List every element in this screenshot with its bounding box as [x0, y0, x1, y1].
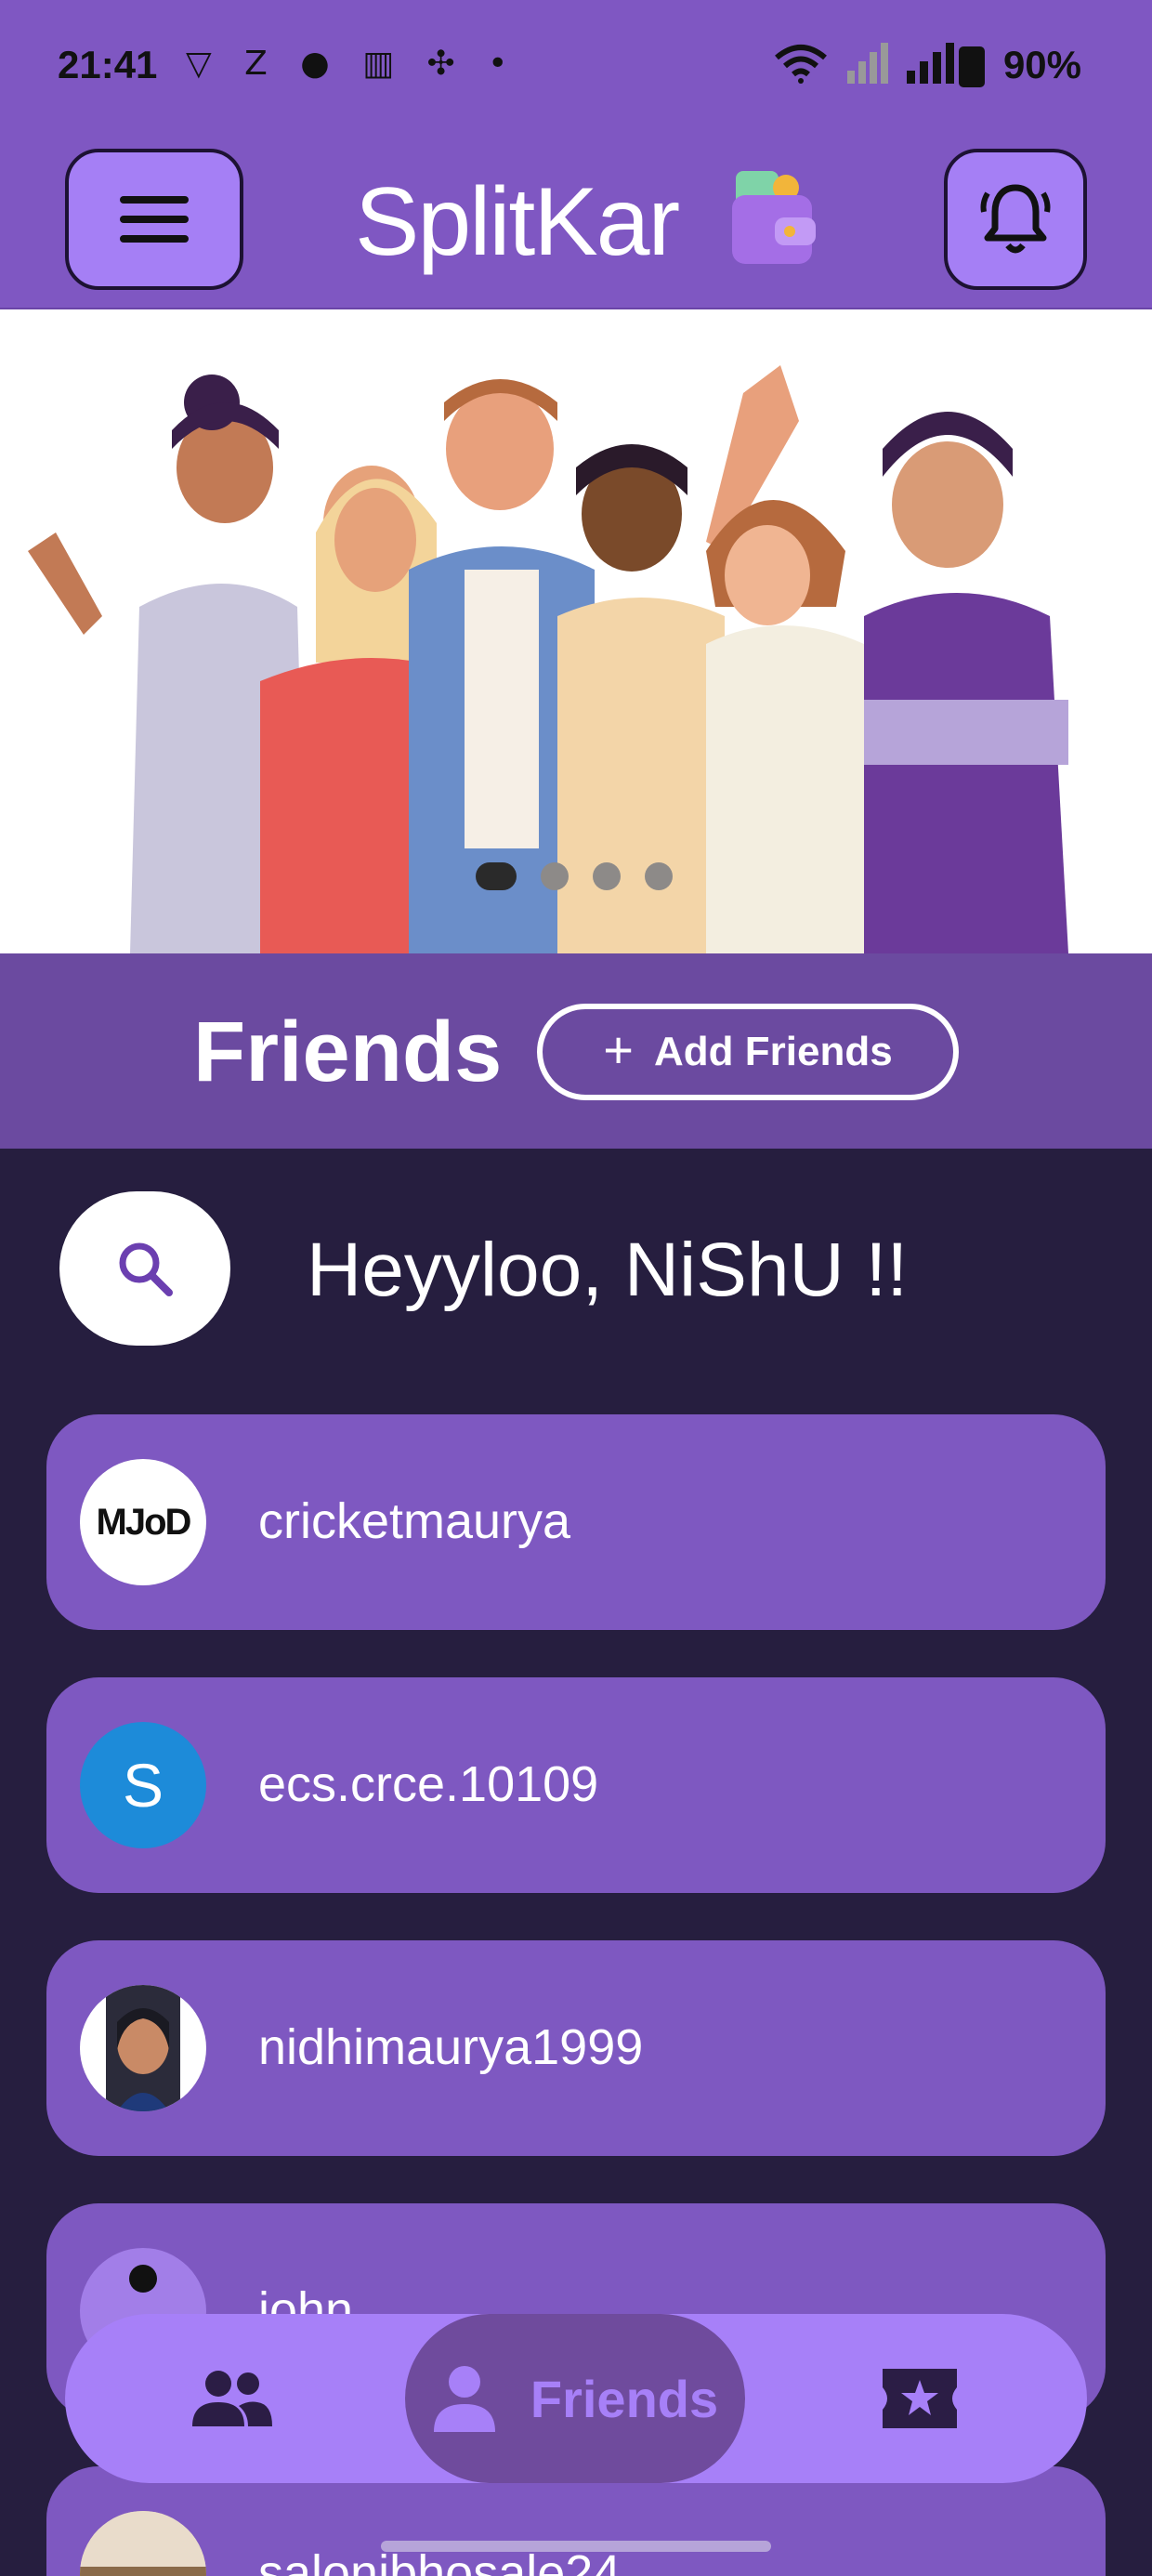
avatar-photo: [80, 2511, 206, 2576]
status-time: 21:41: [58, 43, 158, 86]
add-friends-label: Add Friends: [654, 1029, 893, 1074]
battery-icon: [959, 46, 985, 87]
avatar-letter: S: [122, 1751, 164, 1820]
bottom-navigation: Friends: [65, 2314, 1087, 2483]
carousel-dot-active[interactable]: [476, 862, 517, 890]
search-icon: [119, 1242, 173, 1296]
avatar-placeholder-dot: [129, 2265, 157, 2293]
nav-groups[interactable]: [167, 2314, 297, 2483]
notification-icons: ▽ Z ● ▥ ✣ •: [186, 45, 519, 83]
nav-rewards[interactable]: [855, 2314, 985, 2483]
friend-name: cricketmaurya: [258, 1493, 571, 1549]
signal-icons: [773, 43, 957, 84]
friend-name: nidhimaurya1999: [258, 2019, 644, 2075]
friend-card[interactable]: MJoD cricketmaurya: [46, 1414, 1106, 1630]
friend-card[interactable]: S ecs.crce.10109: [46, 1677, 1106, 1893]
banner-carousel[interactable]: [0, 309, 1152, 953]
friend-name: ecs.crce.10109: [258, 1756, 599, 1812]
wifi-icon: [775, 45, 827, 84]
wallet-icon: [732, 171, 816, 264]
avatar: MJoD: [80, 1459, 206, 1585]
app-title: SplitKar: [355, 168, 680, 276]
search-button[interactable]: [59, 1191, 230, 1346]
bell-icon: [980, 184, 1051, 254]
carousel-dot[interactable]: [541, 862, 569, 890]
plus-icon: +: [603, 1019, 634, 1079]
carousel-dots: [476, 862, 673, 890]
avatar: S: [80, 1722, 206, 1848]
menu-button[interactable]: [65, 149, 243, 290]
avatar: [80, 1985, 206, 2111]
home-indicator[interactable]: [381, 2541, 771, 2552]
greeting-text: Heyyloo, NiShU !!: [307, 1228, 909, 1312]
carousel-dot[interactable]: [645, 862, 673, 890]
ticket-star-icon: [883, 2369, 957, 2428]
app-header: SplitKar: [0, 139, 1152, 309]
menu-icon: [120, 196, 189, 243]
carousel-dot[interactable]: [593, 862, 621, 890]
signal-strong-icon: [907, 43, 954, 84]
status-bar: 21:41 ▽ Z ● ▥ ✣ • 90%: [0, 0, 1152, 139]
battery-level: 90%: [1002, 43, 1081, 86]
signal-weak-icon: [847, 43, 888, 84]
avatar-logo: MJoD: [96, 1501, 192, 1543]
nav-friends-active[interactable]: Friends: [405, 2314, 745, 2483]
nav-friends-label: Friends: [530, 2369, 719, 2428]
avatar: [80, 2511, 206, 2576]
friends-group-illustration: [28, 365, 1068, 953]
friends-heading: Friends: [193, 1005, 503, 1099]
notifications-button[interactable]: [944, 149, 1087, 290]
avatar-photo: [106, 1985, 180, 2111]
friend-card[interactable]: nidhimaurya1999: [46, 1940, 1106, 2156]
person-icon: [433, 2366, 495, 2432]
groups-icon: [192, 2371, 272, 2426]
friends-section-header: Friends + Add Friends: [0, 953, 1152, 1149]
add-friends-button[interactable]: + Add Friends: [537, 1004, 959, 1100]
